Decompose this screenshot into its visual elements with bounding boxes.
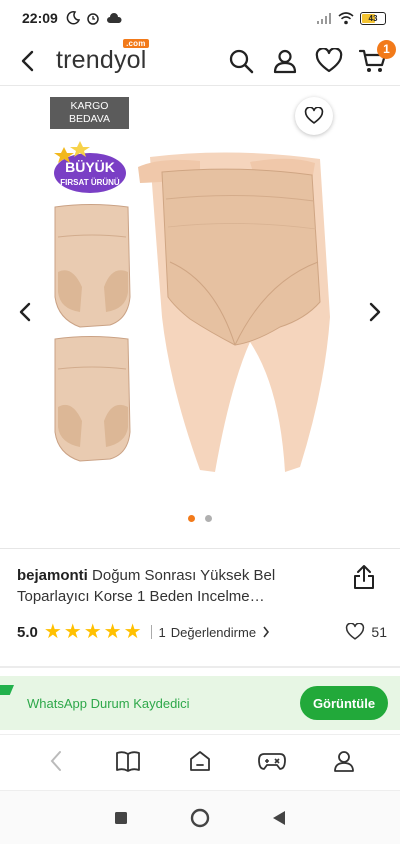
favorites-button[interactable] <box>314 46 344 76</box>
system-back-button[interactable] <box>272 810 286 826</box>
logo-sup: .com <box>123 39 149 48</box>
gallery-pagination <box>0 515 400 522</box>
ad-banner[interactable]: WhatsApp Durum Kaydedici Görüntüle <box>0 676 400 730</box>
user-icon <box>334 750 354 772</box>
big-deal-badge: BÜYÜK FIRSAT ÜRÜNÜ <box>52 139 128 199</box>
divider <box>0 666 400 668</box>
review-count[interactable]: 1 <box>159 625 166 640</box>
alarm-icon <box>87 13 99 25</box>
divider <box>0 548 400 549</box>
profile-button[interactable] <box>324 741 364 781</box>
heart-icon <box>346 623 365 640</box>
wifi-icon <box>338 11 354 24</box>
browser-back-button[interactable] <box>36 741 76 781</box>
star-icon: ★ <box>103 621 122 643</box>
signal-icon <box>317 13 331 24</box>
recent-apps-button[interactable] <box>114 811 128 825</box>
system-home-button[interactable] <box>190 808 210 828</box>
ad-view-button[interactable]: Görüntüle <box>300 686 388 720</box>
gallery-next-button[interactable] <box>360 297 390 327</box>
product-gallery[interactable]: KARGO BEDAVA BÜYÜK FIRSAT ÜRÜNÜ <box>0 87 400 547</box>
rating-value: 5.0 <box>17 623 38 641</box>
reviews-link[interactable]: Değerlendirme <box>171 625 256 640</box>
favorite-count[interactable]: 51 <box>345 623 387 641</box>
back-button[interactable] <box>8 41 48 81</box>
share-icon <box>354 565 374 589</box>
system-navigation-bar <box>0 790 400 844</box>
chevron-left-icon <box>21 50 34 71</box>
star-icon: ★ <box>123 621 142 643</box>
cloud-icon <box>106 13 122 23</box>
likes-count: 51 <box>371 624 387 640</box>
moon-icon <box>66 11 80 25</box>
heart-icon <box>304 107 324 124</box>
home-button[interactable] <box>180 741 220 781</box>
product-title: bejamonti Doğum Sonrası Yüksek Bel Topar… <box>17 565 317 607</box>
search-button[interactable] <box>226 46 256 76</box>
chevron-left-icon <box>19 302 31 322</box>
ad-banner-text[interactable]: WhatsApp Durum Kaydedici <box>27 696 190 711</box>
book-icon <box>116 750 140 772</box>
search-icon <box>229 49 254 73</box>
cart-button[interactable]: 1 <box>358 39 396 76</box>
product-brand[interactable]: bejamonti <box>17 567 88 584</box>
browser-toolbar <box>0 734 400 786</box>
deal-badge-graphic: BÜYÜK FIRSAT ÜRÜNÜ <box>54 141 126 193</box>
battery-level: 43 <box>368 13 378 23</box>
rating-row: 5.0 ★ ★ ★ ★ ★ 1 Değerlendirme 51 <box>17 620 387 644</box>
star-icon: ★ <box>83 621 102 643</box>
gallery-dot-2[interactable] <box>205 515 212 522</box>
chevron-left-icon <box>50 750 61 771</box>
ad-flag-icon <box>0 685 14 695</box>
chevron-right-icon <box>369 302 381 322</box>
chevron-right-icon <box>263 626 270 638</box>
separator <box>150 625 152 639</box>
trendyol-logo[interactable]: trendyol .com <box>56 39 149 75</box>
star-icon: ★ <box>43 621 62 643</box>
app-header: trendyol .com 1 <box>0 36 400 86</box>
status-bar: 22:09 43 <box>0 0 400 36</box>
gallery-prev-button[interactable] <box>10 297 40 327</box>
account-button[interactable] <box>270 46 300 76</box>
gallery-dot-1[interactable] <box>188 515 195 522</box>
user-icon <box>273 49 297 73</box>
cart-count-badge: 1 <box>377 39 396 59</box>
gamepad-icon <box>258 752 286 770</box>
games-button[interactable] <box>252 741 292 781</box>
rating-stars: ★ ★ ★ ★ ★ <box>44 622 142 642</box>
share-button[interactable] <box>350 562 378 592</box>
star-icon: ★ <box>63 621 82 643</box>
battery-icon: 43 <box>360 11 386 25</box>
heart-icon <box>315 47 343 72</box>
bookmarks-button[interactable] <box>108 741 148 781</box>
add-to-favorites-button[interactable] <box>295 97 333 135</box>
deal-badge-line1: BÜYÜK <box>65 159 115 175</box>
deal-badge-line2: FIRSAT ÜRÜNÜ <box>60 178 120 187</box>
logo-text: trendyol <box>56 46 147 74</box>
status-time: 22:09 <box>22 10 58 26</box>
home-icon <box>190 750 210 771</box>
free-shipping-badge: KARGO BEDAVA <box>50 97 129 129</box>
